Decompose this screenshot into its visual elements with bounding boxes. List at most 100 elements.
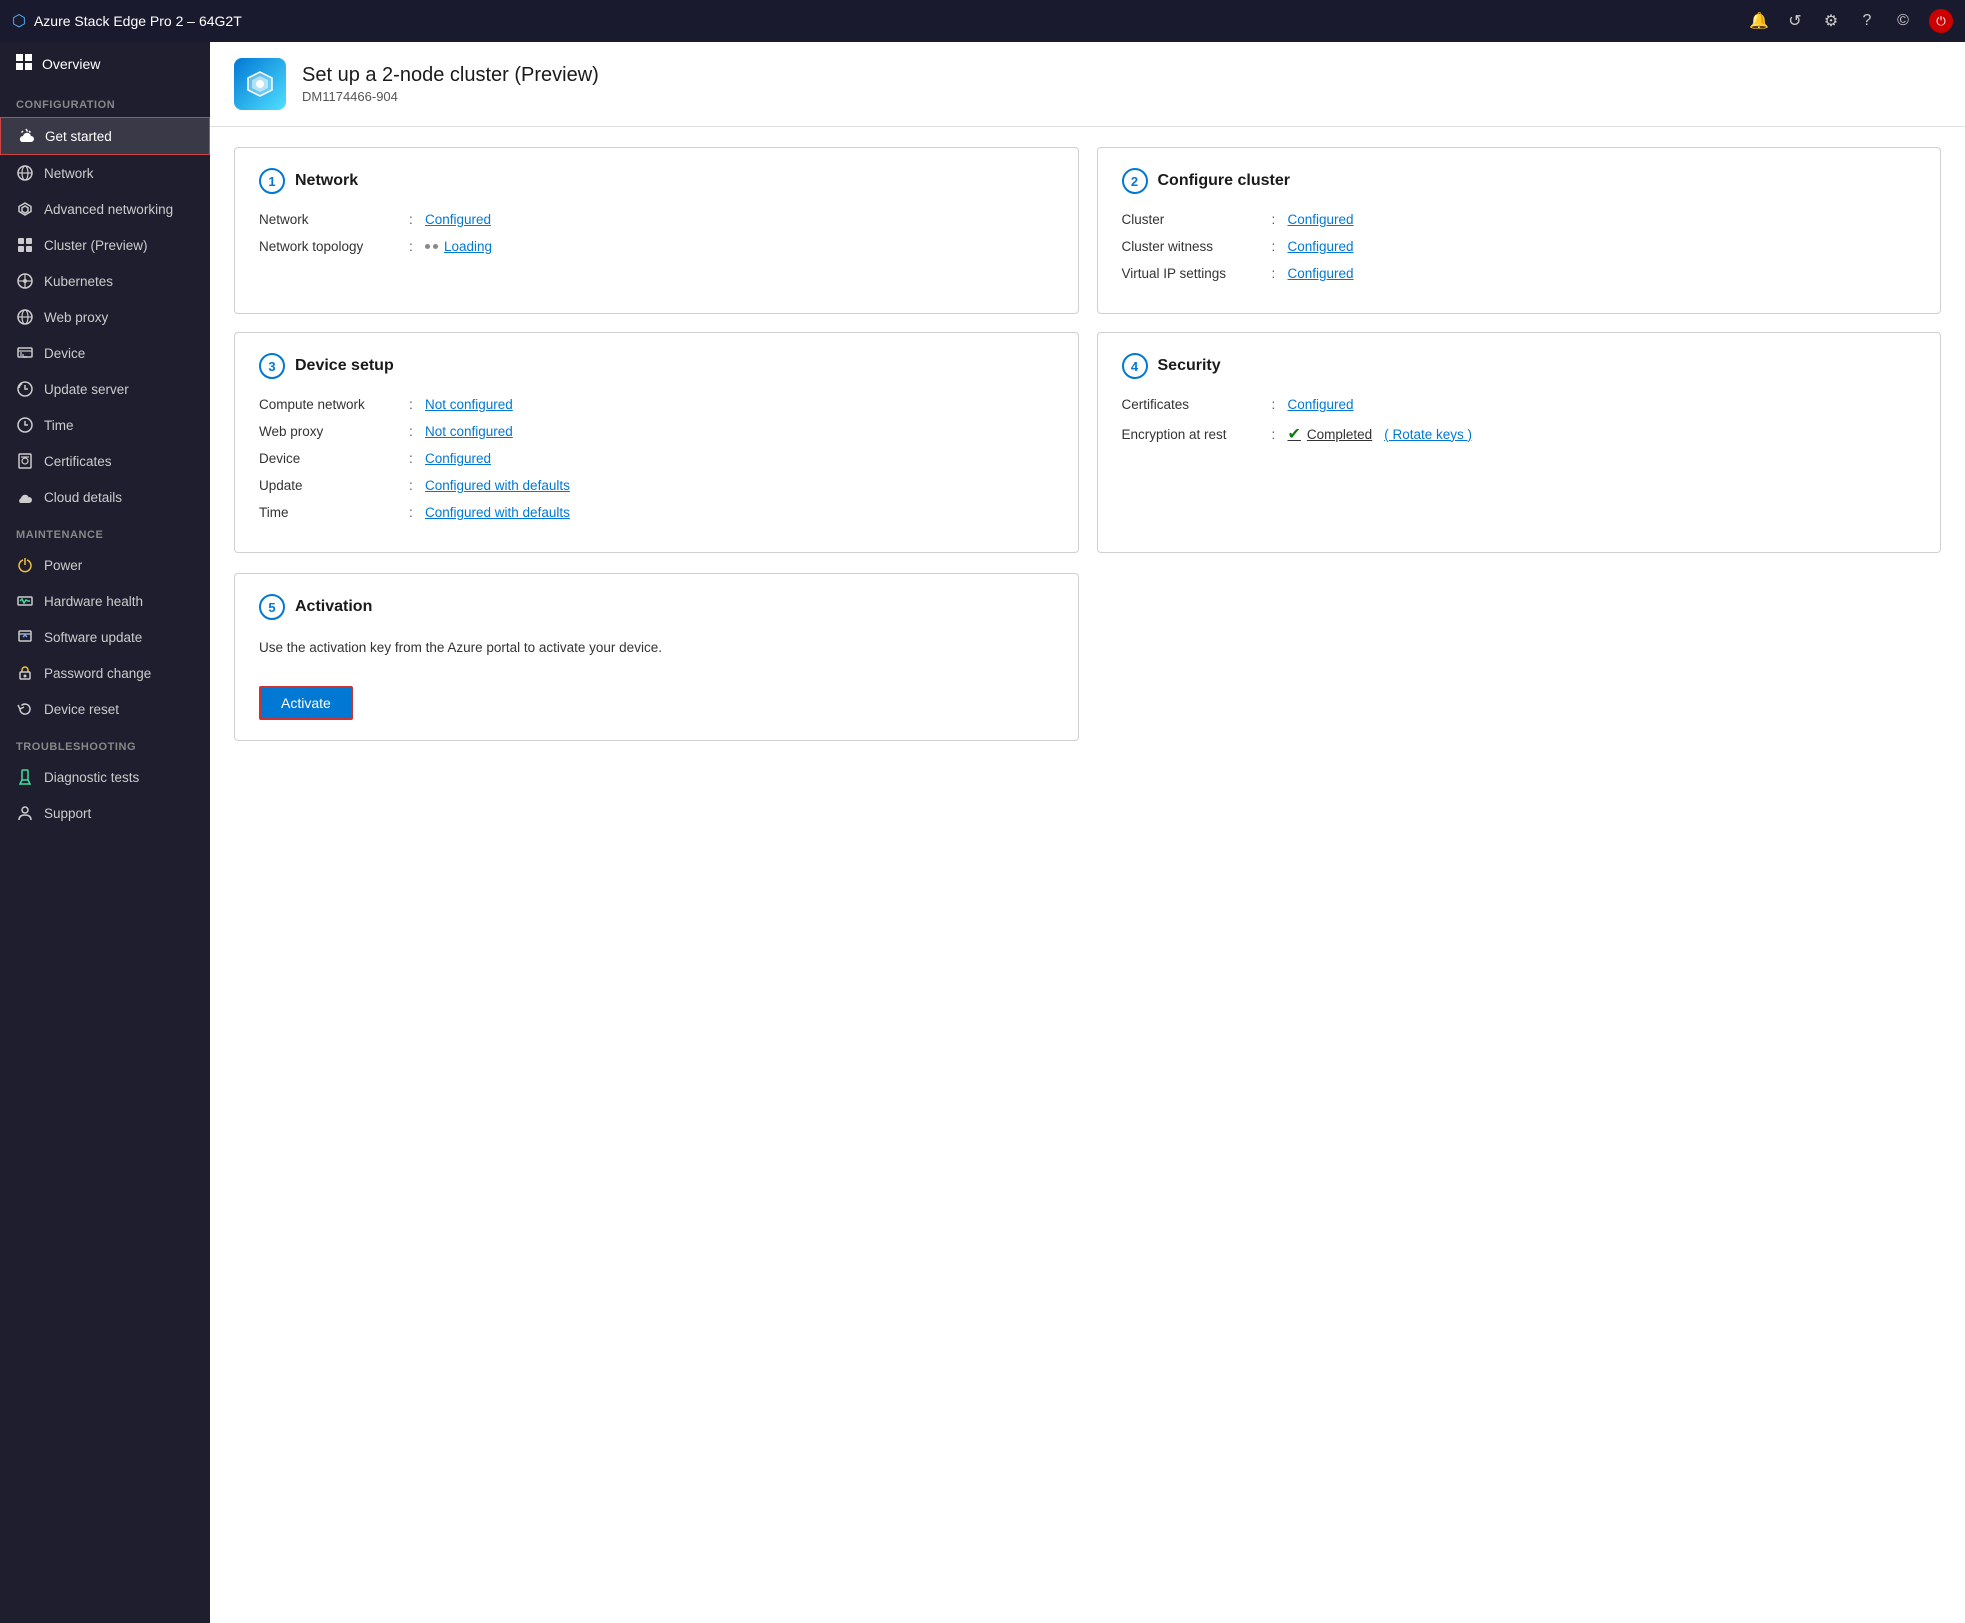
sidebar-item-time[interactable]: Time xyxy=(0,407,210,443)
card-number-2: 2 xyxy=(1122,168,1148,194)
sidebar-section-configuration: CONFIGURATION xyxy=(0,85,210,117)
cloud-icon xyxy=(17,127,35,145)
network-row-network: Network : Configured xyxy=(259,212,1054,227)
sidebar-item-cloud-details[interactable]: Cloud details xyxy=(0,479,210,515)
sidebar-item-label: Device reset xyxy=(44,702,119,717)
network-icon xyxy=(16,164,34,182)
sidebar-item-software-update[interactable]: Software update xyxy=(0,619,210,655)
title-bar-text: Azure Stack Edge Pro 2 – 64G2T xyxy=(34,13,242,29)
time-icon xyxy=(16,416,34,434)
sidebar-item-label: Support xyxy=(44,806,91,821)
sidebar-item-overview[interactable]: Overview xyxy=(0,42,210,85)
card-security: 4 Security Certificates : Configured Enc… xyxy=(1097,332,1942,553)
sidebar-item-label: Web proxy xyxy=(44,310,108,325)
sidebar-item-label: Update server xyxy=(44,382,129,397)
device-row-device: Device : Configured xyxy=(259,451,1054,466)
page-subtitle: DM1174466-904 xyxy=(302,89,599,104)
certificates-link[interactable]: Configured xyxy=(1288,397,1354,412)
sidebar-item-label: Advanced networking xyxy=(44,202,173,217)
update-server-icon xyxy=(16,380,34,398)
sidebar-item-label: Power xyxy=(44,558,82,573)
sidebar-item-device-reset[interactable]: Device reset xyxy=(0,691,210,727)
card-configure-cluster-title: 2 Configure cluster xyxy=(1122,168,1917,194)
card-activation: 5 Activation Use the activation key from… xyxy=(234,573,1079,741)
sidebar: Overview CONFIGURATION Get started Netwo… xyxy=(0,42,210,1623)
sidebar-item-label: Hardware health xyxy=(44,594,143,609)
sidebar-item-certificates[interactable]: Certificates xyxy=(0,443,210,479)
card-number-4: 4 xyxy=(1122,353,1148,379)
security-row-certificates: Certificates : Configured xyxy=(1122,397,1917,412)
title-bar-right: 🔔 ↺ ⚙ ? © ⏻ xyxy=(1749,9,1953,33)
sidebar-section-maintenance: MAINTENANCE xyxy=(0,515,210,547)
card-configure-cluster: 2 Configure cluster Cluster : Configured… xyxy=(1097,147,1942,314)
sidebar-item-password-change[interactable]: Password change xyxy=(0,655,210,691)
sidebar-item-hardware-health[interactable]: Hardware health xyxy=(0,583,210,619)
sidebar-item-label: Network xyxy=(44,166,94,181)
card-number-5: 5 xyxy=(259,594,285,620)
loading-dots xyxy=(425,244,438,249)
sidebar-item-network[interactable]: Network xyxy=(0,155,210,191)
sidebar-item-kubernetes[interactable]: Kubernetes xyxy=(0,263,210,299)
completed-check-icon: ✔ xyxy=(1288,424,1301,444)
sidebar-item-get-started[interactable]: Get started xyxy=(0,117,210,155)
software-update-icon xyxy=(16,628,34,646)
azure-logo-icon: ⬡ xyxy=(12,11,26,31)
gear-icon[interactable]: ⚙ xyxy=(1821,11,1841,31)
card-network-title: 1 Network xyxy=(259,168,1054,194)
network-topology-link[interactable]: Loading xyxy=(425,239,492,254)
page-header-icon xyxy=(234,58,286,110)
sidebar-item-label: Cluster (Preview) xyxy=(44,238,148,253)
bell-icon[interactable]: 🔔 xyxy=(1749,11,1769,31)
copyright-icon[interactable]: © xyxy=(1893,11,1913,31)
device-reset-icon xyxy=(16,700,34,718)
sidebar-item-label: Kubernetes xyxy=(44,274,113,289)
cluster-witness-link[interactable]: Configured xyxy=(1288,239,1354,254)
sidebar-item-diagnostic-tests[interactable]: Diagnostic tests xyxy=(0,759,210,795)
web-proxy-link[interactable]: Not configured xyxy=(425,424,513,439)
sidebar-item-label: Get started xyxy=(45,129,112,144)
hardware-health-icon xyxy=(16,592,34,610)
cluster-configured-link[interactable]: Configured xyxy=(1288,212,1354,227)
sidebar-item-advanced-networking[interactable]: Advanced networking xyxy=(0,191,210,227)
time-configured-link[interactable]: Configured with defaults xyxy=(425,505,570,520)
cloud-details-icon xyxy=(16,488,34,506)
cluster-row-vip: Virtual IP settings : Configured xyxy=(1122,266,1917,281)
compute-network-link[interactable]: Not configured xyxy=(425,397,513,412)
power-button[interactable]: ⏻ xyxy=(1929,9,1953,33)
web-proxy-icon xyxy=(16,308,34,326)
advanced-network-icon xyxy=(16,200,34,218)
card-activation-title: 5 Activation xyxy=(259,594,1054,620)
sidebar-item-device[interactable]: Device xyxy=(0,335,210,371)
sidebar-item-support[interactable]: Support xyxy=(0,795,210,831)
sidebar-item-web-proxy[interactable]: Web proxy xyxy=(0,299,210,335)
card-device-setup: 3 Device setup Compute network : Not con… xyxy=(234,332,1079,553)
sidebar-item-label: Device xyxy=(44,346,85,361)
cluster-row-witness: Cluster witness : Configured xyxy=(1122,239,1917,254)
sidebar-sections: CONFIGURATION Get started Network Advanc… xyxy=(0,85,210,831)
sidebar-item-power[interactable]: Power xyxy=(0,547,210,583)
certificates-icon xyxy=(16,452,34,470)
sidebar-item-label: Cloud details xyxy=(44,490,122,505)
network-configured-link[interactable]: Configured xyxy=(425,212,491,227)
sidebar-item-label: Certificates xyxy=(44,454,112,469)
diagnostic-tests-icon xyxy=(16,768,34,786)
cards-grid: 1 Network Network : Configured Network t… xyxy=(210,127,1965,573)
rotate-keys-link[interactable]: ( Rotate keys ) xyxy=(1384,427,1472,442)
sidebar-item-update-server[interactable]: Update server xyxy=(0,371,210,407)
sidebar-item-label: Password change xyxy=(44,666,151,681)
security-row-encryption: Encryption at rest : ✔ Completed ( Rotat… xyxy=(1122,424,1917,444)
update-configured-link[interactable]: Configured with defaults xyxy=(425,478,570,493)
sidebar-item-label: Diagnostic tests xyxy=(44,770,139,785)
device-icon xyxy=(16,344,34,362)
encryption-status: ✔ Completed ( Rotate keys ) xyxy=(1288,424,1472,444)
refresh-icon[interactable]: ↺ xyxy=(1785,11,1805,31)
virtual-ip-settings-link[interactable]: Configured xyxy=(1288,266,1354,281)
device-row-compute: Compute network : Not configured xyxy=(259,397,1054,412)
activation-description: Use the activation key from the Azure po… xyxy=(259,638,1054,658)
device-row-time: Time : Configured with defaults xyxy=(259,505,1054,520)
sidebar-item-cluster-preview[interactable]: Cluster (Preview) xyxy=(0,227,210,263)
help-icon[interactable]: ? xyxy=(1857,11,1877,31)
activate-button[interactable]: Activate xyxy=(259,686,353,720)
device-configured-link[interactable]: Configured xyxy=(425,451,491,466)
title-bar: ⬡ Azure Stack Edge Pro 2 – 64G2T 🔔 ↺ ⚙ ?… xyxy=(0,0,1965,42)
